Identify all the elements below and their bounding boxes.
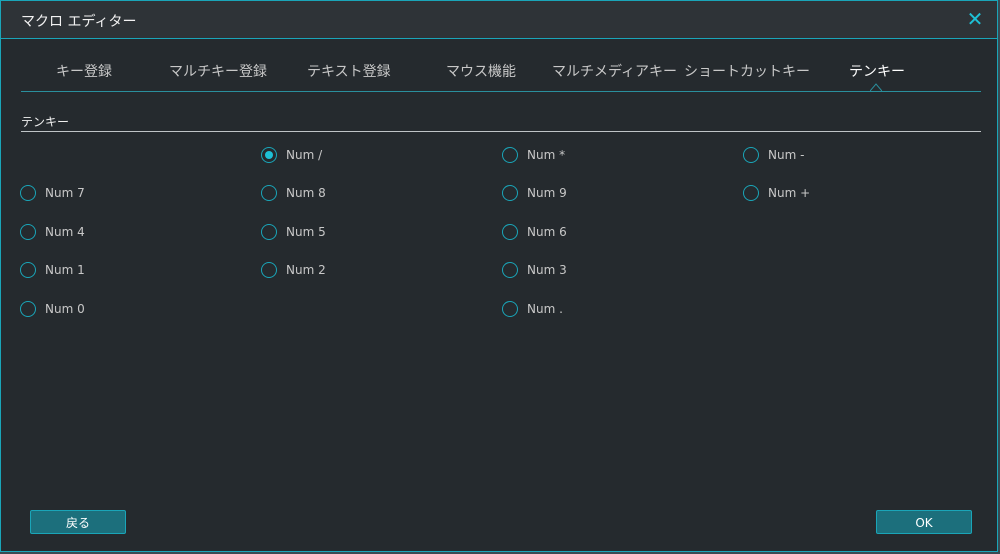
active-tab-indicator: [870, 83, 882, 91]
radio-label: Num +: [768, 186, 811, 200]
radio-circle: [502, 262, 518, 278]
radio-label: Num *: [527, 148, 566, 162]
tab-text-register[interactable]: テキスト登録: [307, 61, 391, 81]
macro-editor-dialog: マクロ エディター ✕ キー登録 マルチキー登録 テキスト登録 マウス機能 マル…: [0, 0, 998, 552]
radio-circle: [261, 224, 277, 240]
radio-num-minus[interactable]: Num -: [743, 144, 804, 166]
window-title: マクロ エディター: [21, 14, 137, 30]
radio-circle: [20, 301, 36, 317]
radio-num-plus[interactable]: Num +: [743, 182, 810, 204]
radio-num-star[interactable]: Num *: [502, 144, 565, 166]
radio-circle: [20, 224, 36, 240]
radio-num-8[interactable]: Num 8: [261, 182, 326, 204]
ok-button[interactable]: OK: [876, 510, 972, 534]
section-divider: [21, 131, 981, 132]
radio-circle: [261, 185, 277, 201]
tab-key-register[interactable]: キー登録: [56, 61, 112, 81]
radio-num-0[interactable]: Num 0: [20, 298, 85, 320]
radio-circle: [743, 147, 759, 163]
radio-circle: [20, 185, 36, 201]
radio-label: Num 3: [527, 263, 567, 277]
radio-num-1[interactable]: Num 1: [20, 259, 85, 281]
radio-num-9[interactable]: Num 9: [502, 182, 567, 204]
section-heading: テンキー: [21, 115, 70, 129]
radio-label: Num 0: [45, 302, 85, 316]
radio-circle: [502, 301, 518, 317]
back-button[interactable]: 戻る: [30, 510, 126, 534]
radio-circle: [261, 262, 277, 278]
close-icon[interactable]: ✕: [963, 7, 987, 31]
radio-label: Num 5: [286, 225, 326, 239]
radio-num-3[interactable]: Num 3: [502, 259, 567, 281]
radio-label: Num 2: [286, 263, 326, 277]
radio-circle: [502, 185, 518, 201]
radio-circle: [20, 262, 36, 278]
tab-multimedia-key[interactable]: マルチメディアキー: [552, 61, 677, 81]
radio-label: Num 6: [527, 225, 567, 239]
radio-num-6[interactable]: Num 6: [502, 221, 567, 243]
tab-multi-key-register[interactable]: マルチキー登録: [169, 61, 267, 81]
radio-label: Num 7: [45, 186, 85, 200]
tab-bar: キー登録 マルチキー登録 テキスト登録 マウス機能 マルチメディアキー ショート…: [21, 53, 981, 92]
tab-numpad[interactable]: テンキー: [849, 61, 905, 81]
radio-num-2[interactable]: Num 2: [261, 259, 326, 281]
radio-label: Num /: [286, 148, 323, 162]
tab-mouse-function[interactable]: マウス機能: [446, 61, 516, 81]
radio-circle: [502, 147, 518, 163]
title-bar: マクロ エディター ✕: [1, 1, 997, 39]
radio-label: Num 8: [286, 186, 326, 200]
radio-circle: [261, 147, 277, 163]
radio-label: Num .: [527, 302, 563, 316]
radio-circle: [502, 224, 518, 240]
radio-label: Num -: [768, 148, 805, 162]
radio-num-4[interactable]: Num 4: [20, 221, 85, 243]
radio-num-7[interactable]: Num 7: [20, 182, 85, 204]
radio-num-dot[interactable]: Num .: [502, 298, 563, 320]
radio-circle: [743, 185, 759, 201]
radio-label: Num 4: [45, 225, 85, 239]
radio-num-5[interactable]: Num 5: [261, 221, 326, 243]
radio-label: Num 9: [527, 186, 567, 200]
radio-num-slash[interactable]: Num /: [261, 144, 322, 166]
tab-shortcut-key[interactable]: ショートカットキー: [684, 61, 810, 81]
radio-label: Num 1: [45, 263, 85, 277]
